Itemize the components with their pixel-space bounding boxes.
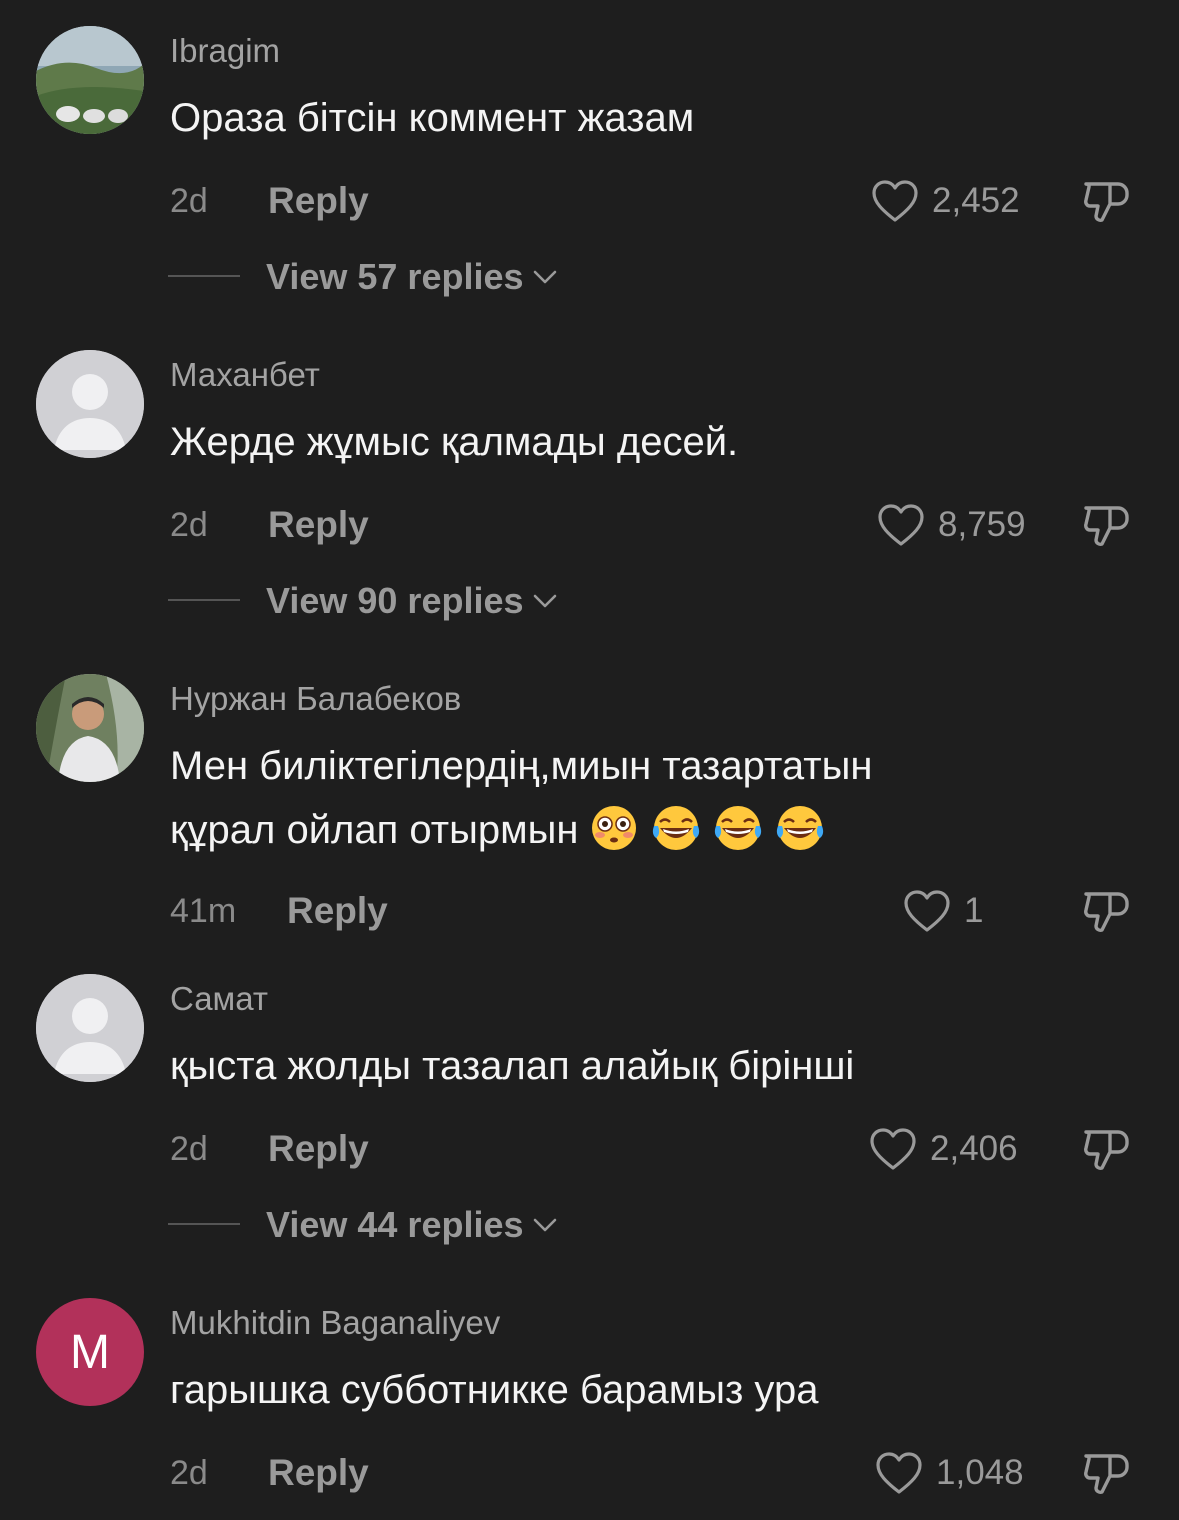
like-count: 2,452 [932,181,1020,220]
reply-button[interactable]: Reply [268,504,369,546]
divider [168,1223,240,1225]
timestamp: 2d [170,1130,208,1168]
tears-of-joy-icon [774,802,826,854]
username[interactable]: Ibragim [170,32,280,70]
comment-text: гарышка субботникке барамыз ура [170,1368,819,1412]
avatar[interactable]: M [36,1298,144,1406]
heart-icon [902,888,952,934]
thumbs-down-icon [1080,498,1134,552]
dislike-button[interactable] [1080,174,1134,228]
comment-text: қыста жолды тазалап алайық бірінші [170,1044,855,1088]
comment-text-fragment: құрал ойлап отырмын [170,808,579,852]
heart-icon [876,502,926,548]
view-replies-label: View 57 replies [266,256,524,297]
comment-text: Жерде жұмыс қалмады десей. [170,420,739,464]
view-replies-label: View 90 replies [266,580,524,621]
heart-icon [874,1450,924,1496]
tears-of-joy-icon [712,802,764,854]
divider [168,275,240,277]
view-replies-label: View 44 replies [266,1204,524,1245]
reply-button[interactable]: Reply [268,1452,369,1494]
timestamp: 2d [170,1454,208,1492]
like-button[interactable]: 2,452 [870,178,1020,224]
thumbs-down-icon [1080,1122,1134,1176]
avatar[interactable] [36,350,144,458]
heart-icon [868,1126,918,1172]
username[interactable]: Самат [170,980,268,1018]
like-count: 1 [964,891,984,930]
timestamp: 41m [170,892,237,930]
avatar[interactable] [36,974,144,1082]
comment-text-line: құрал ойлап отырмын [170,798,826,862]
reply-button[interactable]: Reply [268,180,369,222]
avatar[interactable] [36,26,144,134]
flushed-face-icon [588,802,640,854]
comment-text: Ораза бітсін коммент жазам [170,96,695,140]
like-button[interactable]: 1 [902,888,983,934]
like-count: 8,759 [938,505,1026,544]
username[interactable]: Mukhitdin Baganaliyev [170,1304,500,1342]
avatar[interactable] [36,674,144,782]
reply-button[interactable]: Reply [287,890,388,932]
default-avatar-icon [36,350,144,458]
dislike-button[interactable] [1080,1122,1134,1176]
chevron-down-icon [532,1216,558,1234]
like-button[interactable]: 2,406 [868,1126,1018,1172]
reply-button[interactable]: Reply [268,1128,369,1170]
timestamp: 2d [170,182,208,220]
like-count: 2,406 [930,1129,1018,1168]
like-button[interactable]: 8,759 [876,502,1026,548]
avatar-letter: M [70,1325,110,1379]
dislike-button[interactable] [1080,498,1134,552]
like-count: 1,048 [936,1453,1024,1492]
view-replies-button[interactable]: View 57 replies [266,256,558,298]
username[interactable]: Нуржан Балабеков [170,680,461,718]
divider [168,599,240,601]
heart-icon [870,178,920,224]
thumbs-down-icon [1080,884,1134,938]
chevron-down-icon [532,592,558,610]
chevron-down-icon [532,268,558,286]
username[interactable]: Маханбет [170,356,320,394]
comment-text-line: Мен биліктегілердің,миын тазартатын [170,744,873,788]
dislike-button[interactable] [1080,884,1134,938]
view-replies-button[interactable]: View 44 replies [266,1204,558,1246]
dislike-button[interactable] [1080,1446,1134,1500]
thumbs-down-icon [1080,1446,1134,1500]
thumbs-down-icon [1080,174,1134,228]
view-replies-button[interactable]: View 90 replies [266,580,558,622]
tears-of-joy-icon [650,802,702,854]
timestamp: 2d [170,506,208,544]
default-avatar-icon [36,974,144,1082]
like-button[interactable]: 1,048 [874,1450,1024,1496]
